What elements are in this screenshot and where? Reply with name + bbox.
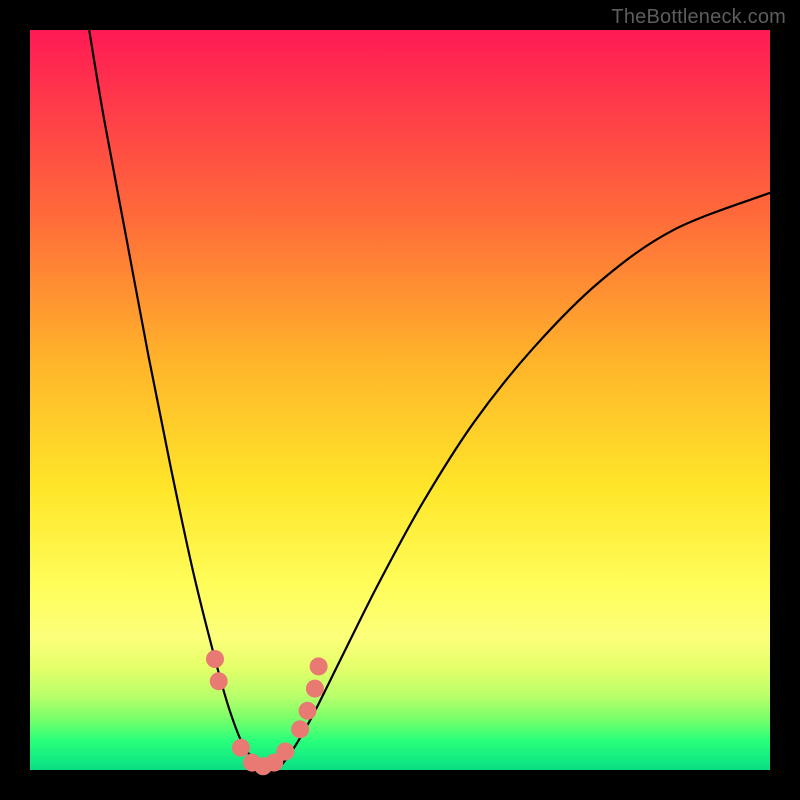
bottleneck-curve (89, 30, 770, 770)
data-marker (206, 650, 224, 668)
watermark-text: TheBottleneck.com (611, 6, 786, 29)
curve-svg (30, 30, 770, 770)
data-marker (276, 743, 294, 761)
data-marker (291, 720, 309, 738)
plot-area (30, 30, 770, 770)
data-marker (210, 672, 228, 690)
marker-group (206, 650, 328, 775)
chart-canvas: TheBottleneck.com (0, 0, 800, 800)
data-marker (310, 657, 328, 675)
data-marker (232, 739, 250, 757)
data-marker (306, 680, 324, 698)
data-marker (299, 702, 317, 720)
